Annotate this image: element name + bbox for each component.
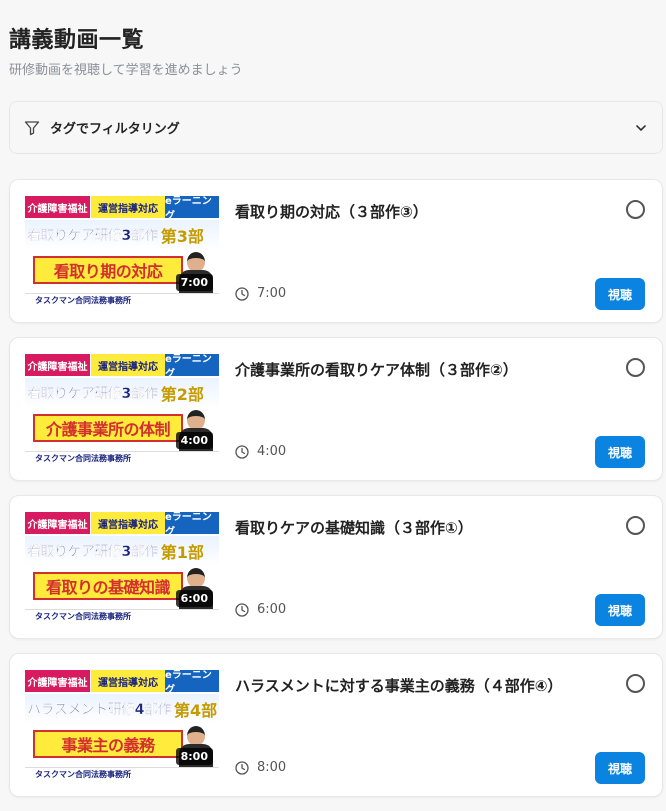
video-title: 看取り期の対応（３部作③） <box>235 203 428 221</box>
complete-radio[interactable] <box>626 516 645 535</box>
duration-text: 7:00 <box>257 286 287 301</box>
thumb-tag-audit: 運営指導対応 <box>91 670 165 692</box>
video-card: 介護障害福祉 運営指導対応 eラーニング ハラスメント研修4部作 第4部 事業主… <box>9 653 663 797</box>
clock-icon <box>235 286 249 301</box>
thumb-part: 第1部 <box>160 543 204 562</box>
thumb-series: 看取りケア研修3部作 <box>27 544 159 560</box>
filter-icon <box>24 120 40 136</box>
thumb-tag-audit: 運営指導対応 <box>91 196 165 218</box>
video-duration: 8:00 <box>235 760 286 775</box>
watch-button[interactable]: 視聴 <box>595 594 645 626</box>
thumb-tag-elearning: eラーニング <box>165 670 219 696</box>
watch-button[interactable]: 視聴 <box>595 752 645 784</box>
thumb-title: 看取りの基礎知識 <box>45 578 171 597</box>
duration-badge: 4:00 <box>175 432 213 449</box>
thumb-title: 介護事業所の体制 <box>45 420 171 439</box>
thumb-title: 事業主の義務 <box>61 736 155 755</box>
duration-badge: 7:00 <box>175 274 213 291</box>
duration-badge: 8:00 <box>175 748 213 765</box>
clock-icon <box>235 444 249 459</box>
video-duration: 6:00 <box>235 602 286 617</box>
watch-button[interactable]: 視聴 <box>595 278 645 310</box>
duration-badge: 6:00 <box>175 590 213 607</box>
thumb-tag-audit: 運営指導対応 <box>91 512 165 534</box>
thumb-tag-category: 介護障害福祉 <box>25 354 91 376</box>
thumb-tag-category: 介護障害福祉 <box>25 670 91 692</box>
thumb-tag-category: 介護障害福祉 <box>25 512 91 534</box>
thumb-series: 看取りケア研修3部作 <box>27 228 159 244</box>
chevron-down-icon[interactable] <box>634 121 648 135</box>
clock-icon <box>235 760 249 775</box>
watch-button[interactable]: 視聴 <box>595 436 645 468</box>
thumb-tag-audit: 運営指導対応 <box>91 354 165 376</box>
complete-radio[interactable] <box>626 674 645 693</box>
video-card: 介護障害福祉 運営指導対応 eラーニング 看取りケア研修3部作 第1部 看取りの… <box>9 495 663 639</box>
thumb-footer: タスクマン合同法務事務所 <box>35 770 131 779</box>
video-thumbnail[interactable]: 介護障害福祉 運営指導対応 eラーニング 看取りケア研修3部作 第1部 看取りの… <box>25 512 219 623</box>
complete-radio[interactable] <box>626 200 645 219</box>
duration-text: 6:00 <box>257 602 287 617</box>
complete-radio[interactable] <box>626 358 645 377</box>
video-thumbnail[interactable]: 介護障害福祉 運営指導対応 eラーニング 看取りケア研修3部作 第3部 看取り期… <box>25 196 219 307</box>
thumb-part: 第4部 <box>173 701 218 720</box>
thumb-tag-elearning: eラーニング <box>165 512 219 538</box>
thumb-title: 看取り期の対応 <box>53 262 163 281</box>
thumb-footer: タスクマン合同法務事務所 <box>35 612 131 621</box>
video-thumbnail[interactable]: 介護障害福祉 運営指導対応 eラーニング ハラスメント研修4部作 第4部 事業主… <box>25 670 219 781</box>
video-thumbnail[interactable]: 介護障害福祉 運営指導対応 eラーニング 看取りケア研修3部作 第2部 介護事業… <box>25 354 219 465</box>
filter-label: タグでフィルタリング <box>50 122 180 137</box>
thumb-tag-elearning: eラーニング <box>165 354 219 380</box>
thumb-footer: タスクマン合同法務事務所 <box>35 296 131 305</box>
duration-text: 8:00 <box>257 760 287 775</box>
duration-text: 4:00 <box>257 444 287 459</box>
video-title: 看取りケアの基礎知識（３部作①） <box>235 519 473 537</box>
thumb-tag-category: 介護障害福祉 <box>25 196 91 218</box>
clock-icon <box>235 602 249 617</box>
thumb-footer: タスクマン合同法務事務所 <box>35 454 131 463</box>
video-card: 介護障害福祉 運営指導対応 eラーニング 看取りケア研修3部作 第3部 看取り期… <box>9 179 663 323</box>
tag-filter-toggle[interactable]: タグでフィルタリング <box>9 101 663 154</box>
thumb-part: 第3部 <box>160 227 204 246</box>
page-subtitle: 研修動画を視聴して学習を進めましょう <box>9 63 243 78</box>
video-card: 介護障害福祉 運営指導対応 eラーニング 看取りケア研修3部作 第2部 介護事業… <box>9 337 663 481</box>
page-title: 講義動画一覧 <box>9 28 145 53</box>
thumb-series: ハラスメント研修4部作 <box>27 702 172 718</box>
thumb-series: 看取りケア研修3部作 <box>27 386 159 402</box>
thumb-tag-elearning: eラーニング <box>165 196 219 222</box>
video-title: ハラスメントに対する事業主の義務（４部作④） <box>235 677 563 695</box>
video-title: 介護事業所の看取りケア体制（３部作②） <box>235 361 518 379</box>
video-duration: 7:00 <box>235 286 286 301</box>
thumb-part: 第2部 <box>160 385 204 404</box>
video-duration: 4:00 <box>235 444 286 459</box>
